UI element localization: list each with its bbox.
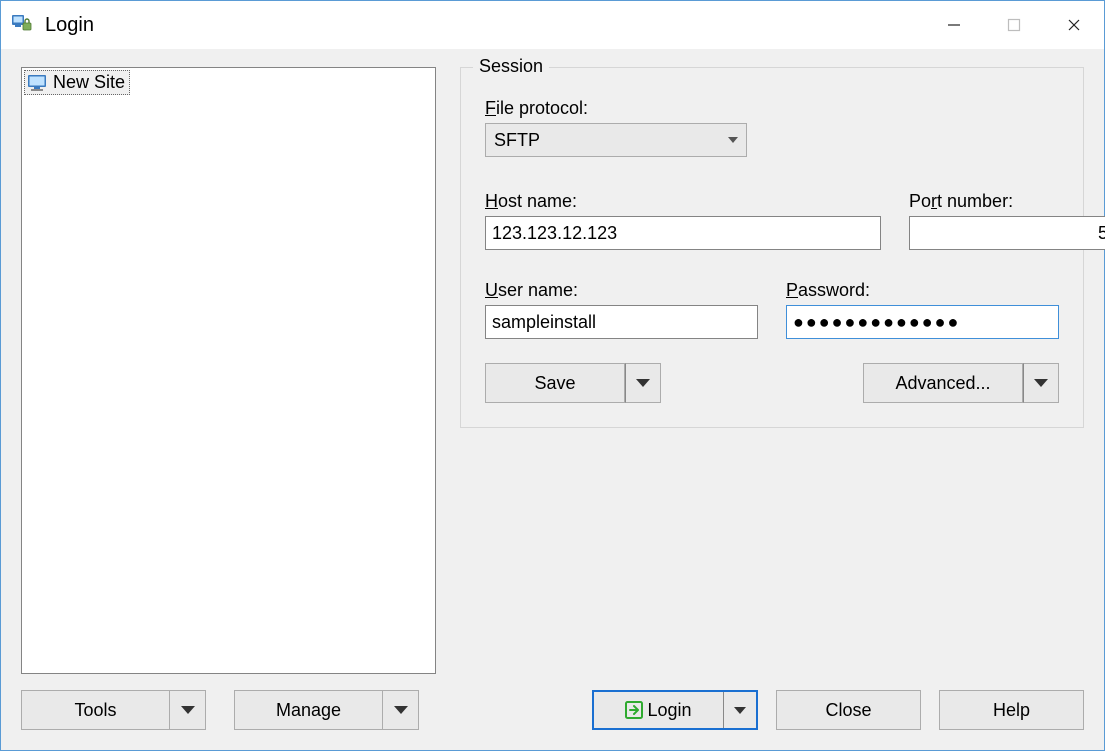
file-protocol-value: SFTP xyxy=(494,130,540,151)
host-name-label: Host name: xyxy=(485,191,881,212)
session-group: Session File protocol: SFTP Host name: xyxy=(460,67,1084,428)
caret-down-icon xyxy=(1034,379,1048,387)
client-area: New Site Session File protocol: SFTP xyxy=(1,49,1104,750)
password-input[interactable] xyxy=(786,305,1059,339)
advanced-button[interactable]: Advanced... xyxy=(863,363,1023,403)
save-dropdown-button[interactable] xyxy=(625,363,661,403)
session-column: Session File protocol: SFTP Host name: xyxy=(460,67,1084,674)
tools-split-button: Tools xyxy=(21,690,206,730)
window-title: Login xyxy=(45,14,94,37)
close-button-label: Close xyxy=(825,700,871,721)
advanced-dropdown-button[interactable] xyxy=(1023,363,1059,403)
session-legend: Session xyxy=(473,56,549,77)
user-name-label: User name: xyxy=(485,280,758,301)
file-protocol-select[interactable]: SFTP xyxy=(485,123,747,157)
manage-dropdown-button[interactable] xyxy=(383,690,419,730)
tools-dropdown-button[interactable] xyxy=(170,690,206,730)
tools-button[interactable]: Tools xyxy=(21,690,170,730)
monitor-icon xyxy=(27,74,47,92)
tools-button-label: Tools xyxy=(74,700,116,721)
chevron-down-icon xyxy=(728,137,738,143)
site-item-label: New Site xyxy=(53,72,125,93)
host-name-input[interactable] xyxy=(485,216,881,250)
save-split-button: Save xyxy=(485,363,661,403)
caret-down-icon xyxy=(636,379,650,387)
help-button[interactable]: Help xyxy=(939,690,1084,730)
main-row: New Site Session File protocol: SFTP xyxy=(21,67,1084,674)
login-icon xyxy=(625,701,643,719)
user-name-input[interactable] xyxy=(485,305,758,339)
caret-down-icon xyxy=(734,707,746,714)
titlebar: Login xyxy=(1,1,1104,49)
login-split-button: Login xyxy=(592,690,758,730)
advanced-split-button: Advanced... xyxy=(863,363,1059,403)
manage-button-label: Manage xyxy=(276,700,341,721)
sites-list[interactable]: New Site xyxy=(21,67,436,674)
file-protocol-label: File protocol: xyxy=(485,98,1059,119)
minimize-button[interactable] xyxy=(924,1,984,49)
close-dialog-button[interactable]: Close xyxy=(776,690,921,730)
help-button-label: Help xyxy=(993,700,1030,721)
site-item-new-site[interactable]: New Site xyxy=(24,70,130,95)
save-button[interactable]: Save xyxy=(485,363,625,403)
password-label: Password: xyxy=(786,280,1059,301)
login-dropdown-button[interactable] xyxy=(724,692,756,728)
port-number-label: Port number: xyxy=(909,191,1059,212)
port-number-stepper[interactable] xyxy=(909,216,1059,250)
advanced-button-label: Advanced... xyxy=(895,373,990,394)
login-button-label: Login xyxy=(647,700,691,721)
port-number-input[interactable] xyxy=(909,216,1105,250)
manage-split-button: Manage xyxy=(234,690,419,730)
caret-down-icon xyxy=(181,706,195,714)
caret-down-icon xyxy=(394,706,408,714)
footer-row: Tools Manage xyxy=(21,690,1084,730)
manage-button[interactable]: Manage xyxy=(234,690,383,730)
close-button[interactable] xyxy=(1044,1,1104,49)
login-window: Login xyxy=(0,0,1105,751)
app-icon xyxy=(11,13,35,37)
save-button-label: Save xyxy=(534,373,575,394)
login-button[interactable]: Login xyxy=(594,692,724,728)
window-controls xyxy=(924,1,1104,49)
maximize-button[interactable] xyxy=(984,1,1044,49)
